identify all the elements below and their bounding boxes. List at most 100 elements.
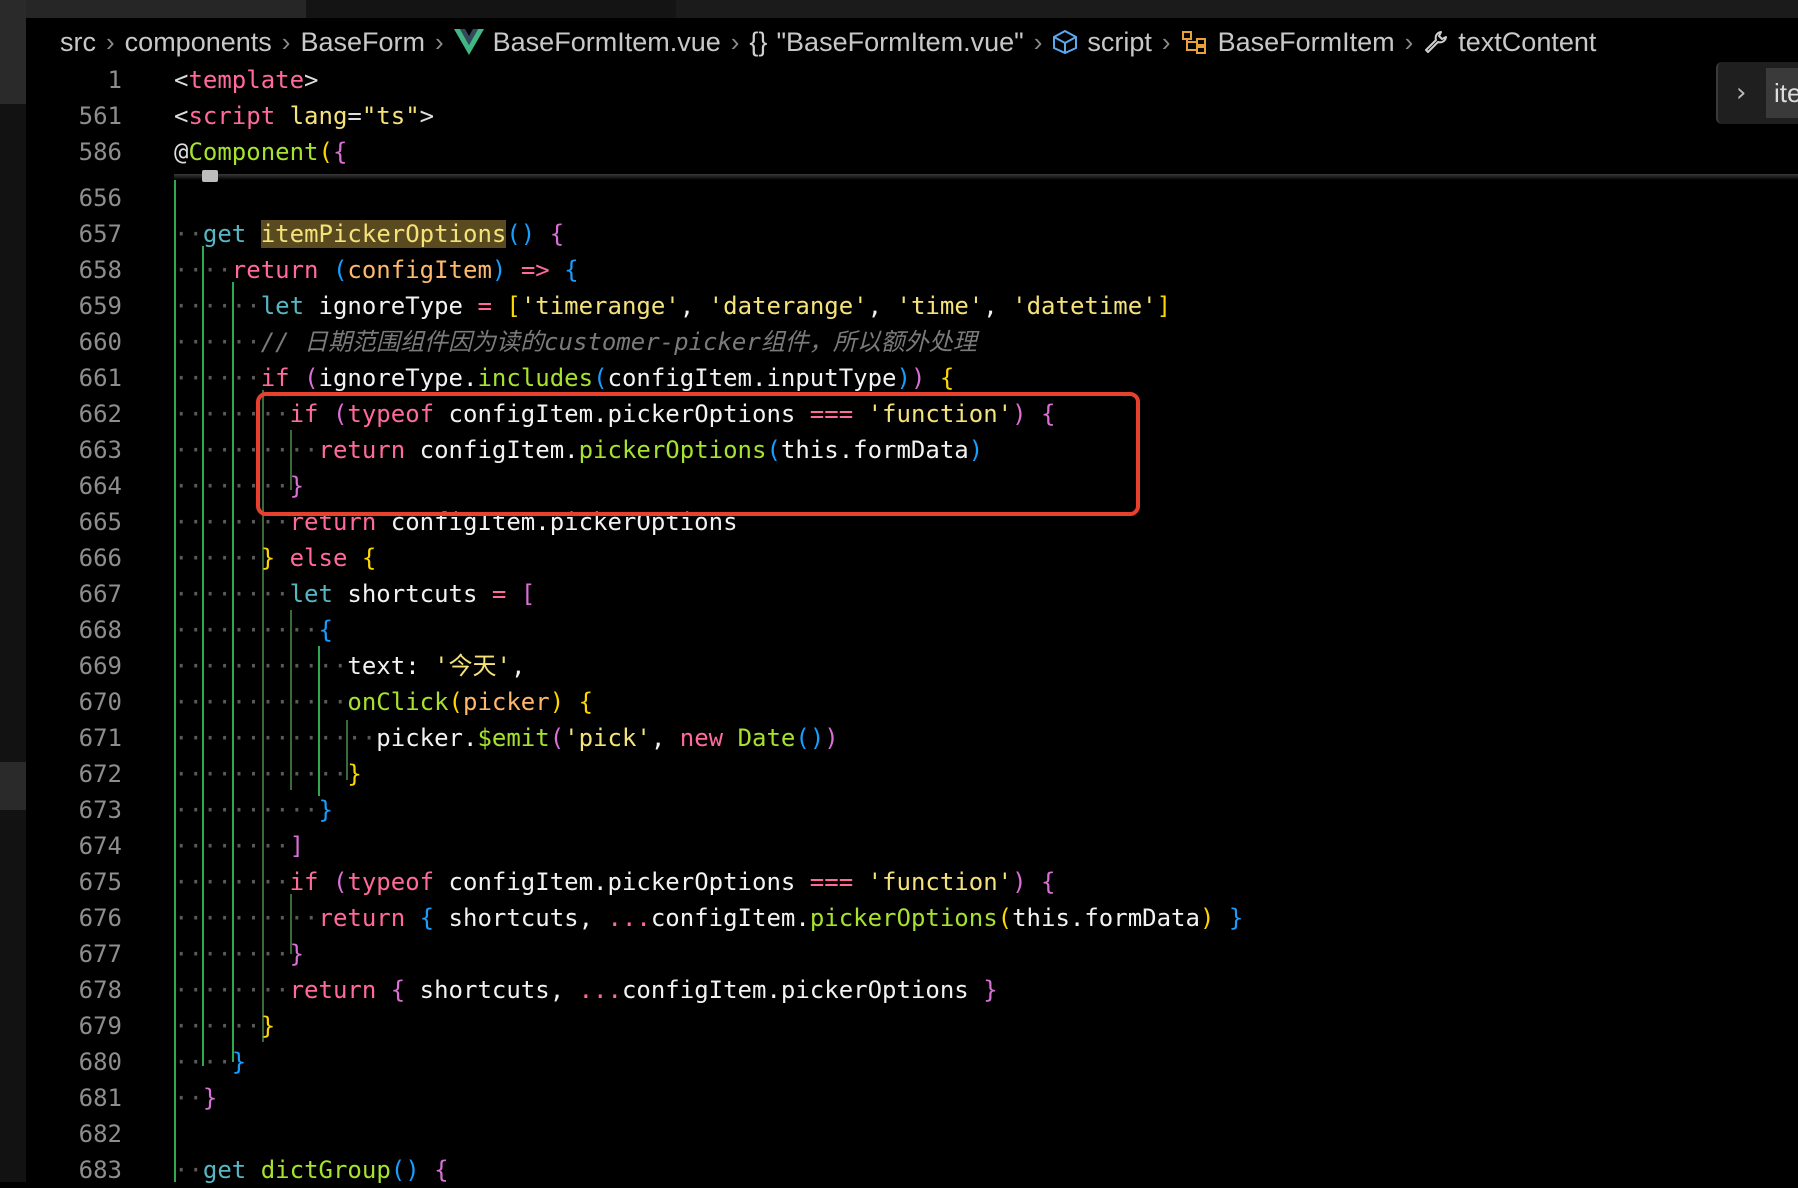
code-text: ····} [174,1048,247,1076]
line-number: 679 [78,1012,122,1040]
code-line[interactable]: 675 ········if (typeof configItem.picker… [0,864,1798,900]
breadcrumb-item-file[interactable]: BaseFormItem.vue [453,26,721,58]
code-line[interactable]: 658 ····return (configItem) => { [0,252,1798,288]
code-line[interactable]: 683 ··get dictGroup() { [0,1152,1798,1188]
sticky-line[interactable]: 561 <script lang="ts"> [0,98,1798,134]
code-text: ······let ignoreType = ['timerange', 'da… [174,292,1172,320]
chevron-right-icon: › [281,26,291,57]
breadcrumb-label: "BaseFormItem.vue" [776,26,1024,57]
line-number: 656 [78,184,122,212]
line-number: 664 [78,472,122,500]
code-text: @Component({ [174,138,348,166]
chevron-right-icon: › [434,26,444,57]
breadcrumb-item-property[interactable]: textContent [1423,27,1596,58]
code-text: ········return { shortcuts, ...configIte… [174,976,998,1004]
code-line[interactable]: 681 ··} [0,1080,1798,1116]
line-number: 667 [78,580,122,608]
cube-icon [1052,29,1078,55]
line-number: 561 [78,102,122,130]
wrench-icon [1423,29,1449,55]
sticky-line[interactable]: 1 <template> [0,62,1798,98]
line-number: 674 [78,832,122,860]
line-number: 668 [78,616,122,644]
code-text: ······} else { [174,544,377,572]
code-text: ········} [174,940,305,968]
code-line[interactable]: 660 ······// 日期范围组件因为读的customer-picker组件… [0,324,1798,360]
code-text: ········] [174,832,305,860]
chevron-right-icon: › [730,26,740,57]
line-number: 680 [78,1048,122,1076]
code-line[interactable]: 679 ······} [0,1008,1798,1044]
code-line[interactable]: 671 ··············picker.$emit('pick', n… [0,720,1798,756]
breadcrumb-item-src[interactable]: src [60,27,96,58]
code-text: ··········return { shortcuts, ...configI… [174,904,1244,932]
code-line[interactable]: 666 ······} else { [0,540,1798,576]
chevron-right-icon: › [1161,26,1171,57]
code-text: ············} [174,760,362,788]
code-text: ··} [174,1084,218,1112]
line-number: 681 [78,1084,122,1112]
editor-tab-active[interactable] [26,0,306,18]
code-text: ········if (typeof configItem.pickerOpti… [174,868,1056,896]
line-number: 683 [78,1156,122,1184]
code-line[interactable]: 673 ··········} [0,792,1798,828]
chevron-right-icon: › [106,26,115,57]
code-line[interactable]: 670 ············onClick(picker) { [0,684,1798,720]
line-number: 657 [78,220,122,248]
code-text: ····return (configItem) => { [174,256,579,284]
line-number: 658 [78,256,122,284]
line-number: 669 [78,652,122,680]
line-number: 675 [78,868,122,896]
sticky-line[interactable]: 586 @Component({ [0,134,1798,170]
code-line[interactable]: 672 ············} [0,756,1798,792]
code-line[interactable]: 677 ········} [0,936,1798,972]
breadcrumb-label: script [1087,26,1152,57]
editor-tab-strip [0,0,1798,18]
breadcrumb-item-components[interactable]: components [125,27,272,58]
code-text: ············text: '今天', [174,652,526,680]
breadcrumb-label: components [124,26,272,57]
code-line[interactable]: 659 ······let ignoreType = ['timerange',… [0,288,1798,324]
code-line[interactable]: 668 ··········{ [0,612,1798,648]
code-text: ··········} [174,796,333,824]
code-line[interactable]: 674 ········] [0,828,1798,864]
braces-icon: {} [749,26,768,57]
code-text: ··get dictGroup() { [174,1156,449,1184]
code-line[interactable]: 680 ····} [0,1044,1798,1080]
code-text: ············onClick(picker) { [174,688,594,716]
line-number: 672 [78,760,122,788]
breadcrumb: src › components › BaseForm › BaseFormIt… [60,20,1798,64]
line-number: 1 [107,66,122,94]
code-text: ········let shortcuts = [ [174,580,536,608]
line-number: 682 [78,1120,122,1148]
breadcrumb-item-module[interactable]: {} "BaseFormItem.vue" [749,27,1023,58]
editor-tab-strip-filler [676,0,1798,18]
line-number: 666 [78,544,122,572]
code-line[interactable]: 661 ······if (ignoreType.includes(config… [0,360,1798,396]
line-number: 659 [78,292,122,320]
code-text: <script lang="ts"> [174,102,435,130]
vue-icon [453,29,484,55]
line-number: 660 [78,328,122,356]
line-number: 663 [78,436,122,464]
class-icon [1181,29,1209,55]
code-line[interactable]: 669 ············text: '今天', [0,648,1798,684]
breadcrumb-label: BaseFormItem.vue [492,26,721,57]
line-number: 670 [78,688,122,716]
code-line[interactable]: 682 [0,1116,1798,1152]
code-line[interactable]: 667 ········let shortcuts = [ [0,576,1798,612]
breadcrumb-item-class[interactable]: BaseFormItem [1181,27,1395,58]
line-number: 665 [78,508,122,536]
line-number: 678 [78,976,122,1004]
code-text: <template> [174,66,319,94]
code-line[interactable]: 678 ········return { shortcuts, ...confi… [0,972,1798,1008]
code-line[interactable]: 656 [0,180,1798,216]
code-line[interactable]: 676 ··········return { shortcuts, ...con… [0,900,1798,936]
breadcrumb-item-baseform[interactable]: BaseForm [300,27,425,58]
line-number: 676 [78,904,122,932]
code-line[interactable]: 657 ··get itemPickerOptions() { [0,216,1798,252]
breadcrumb-label: BaseFormItem [1217,26,1395,57]
breadcrumb-item-script[interactable]: script [1052,27,1152,58]
chevron-right-icon: › [1404,26,1414,57]
code-text: ··get itemPickerOptions() { [174,220,565,248]
